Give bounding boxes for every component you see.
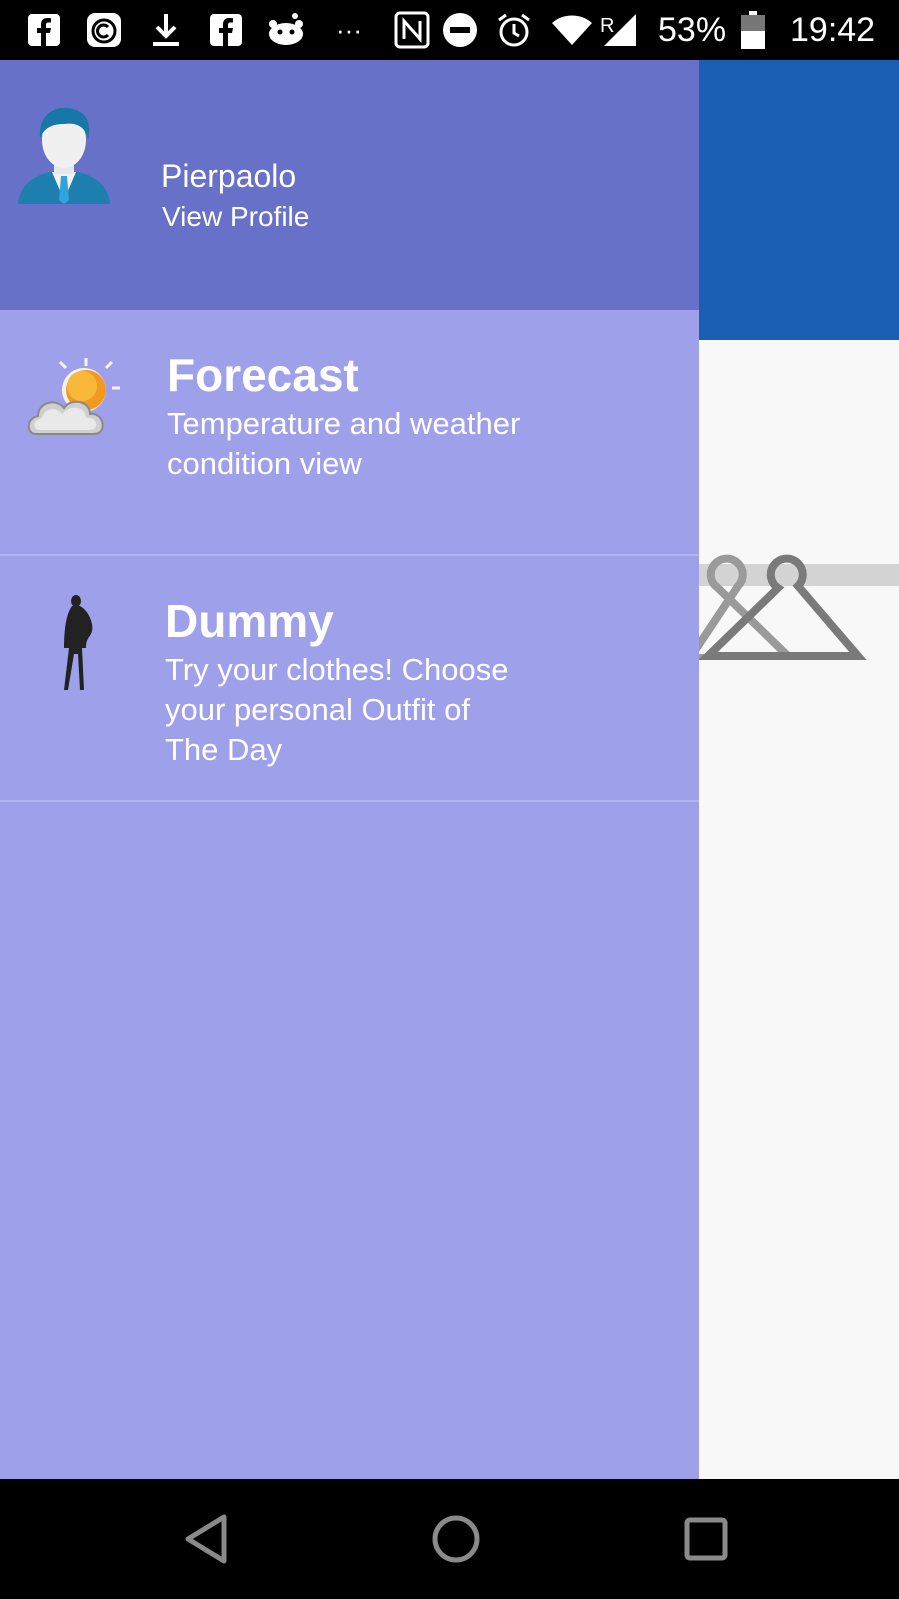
facebook-icon [206, 11, 246, 49]
wifi-icon [550, 11, 594, 49]
menu-item-title: Dummy [165, 595, 334, 647]
clock: 19:42 [790, 11, 876, 49]
do-not-disturb-icon [440, 11, 480, 49]
back-icon[interactable] [180, 1511, 236, 1567]
signal-icon [600, 11, 640, 49]
alarm-icon [494, 11, 534, 49]
avatar-icon[interactable] [16, 104, 112, 204]
menu-item-description: Temperature and weather condition view [167, 406, 521, 481]
hanger-illustration [682, 480, 899, 665]
menu-item-forecast[interactable]: Forecast Temperature and weather conditi… [0, 310, 699, 556]
nfc-icon [392, 11, 432, 49]
menu-item-title: Forecast [167, 349, 359, 401]
navigation-drawer: Pierpaolo View Profile Forecast Temperat… [0, 60, 699, 1479]
view-profile-link[interactable]: View Profile [162, 201, 309, 233]
home-icon[interactable] [428, 1511, 484, 1567]
facebook-icon [24, 11, 64, 49]
mannequin-icon [56, 594, 96, 699]
menu-item-description: Try your clothes! Choose your personal O… [165, 652, 509, 767]
reddit-icon [264, 11, 308, 49]
copyright-icon [84, 11, 124, 49]
weather-icon [26, 354, 122, 443]
battery-icon [740, 11, 766, 49]
profile-name: Pierpaolo [161, 158, 297, 194]
menu-item-dummy[interactable]: Dummy Try your clothes! Choose your pers… [0, 556, 699, 802]
recents-icon[interactable] [678, 1511, 734, 1567]
navigation-bar [0, 1479, 899, 1599]
overflow-indicator: ··· [336, 15, 362, 45]
download-icon [146, 11, 186, 49]
drawer-header[interactable]: Pierpaolo View Profile [0, 60, 699, 310]
battery-percent: 53% [658, 11, 727, 49]
status-bar: ··· R 53% 19:42 [0, 0, 899, 60]
